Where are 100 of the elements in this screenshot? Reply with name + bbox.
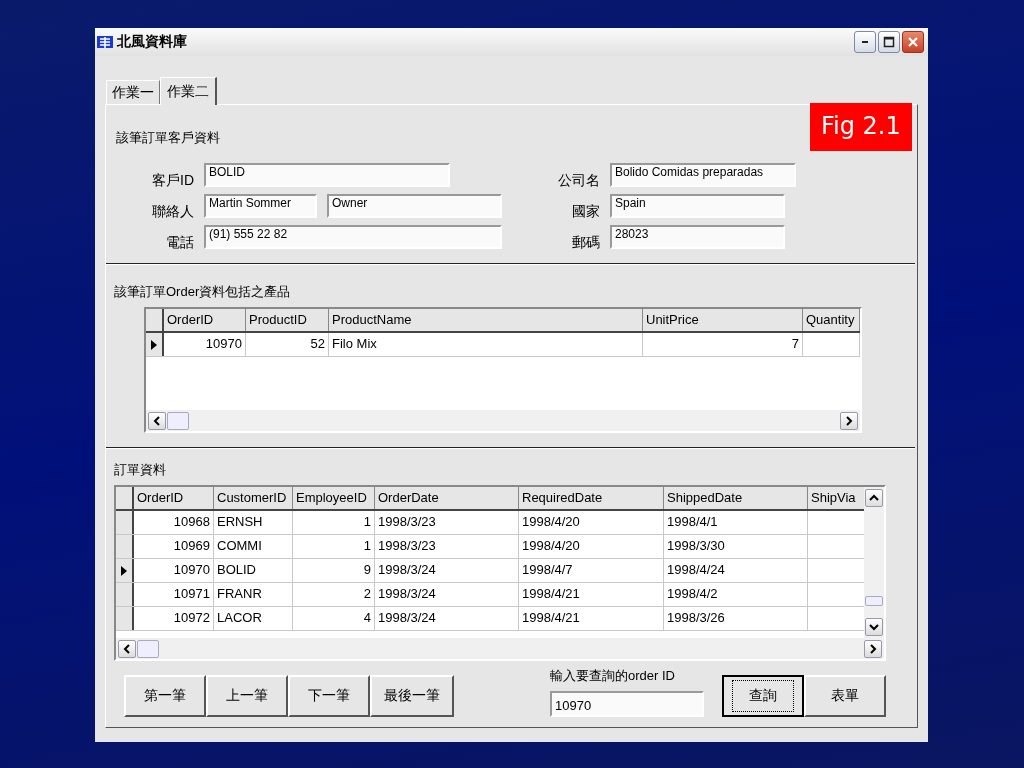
action-button[interactable]: 表單 [804,675,886,717]
table-cell: 4 [293,607,375,630]
chevron-left-icon [123,643,131,654]
minimize-button[interactable] [854,31,876,53]
row-pointer-icon [150,338,158,351]
table-cell: 1998/4/21 [519,583,664,606]
minimize-icon [862,41,868,43]
column-header[interactable]: CustomerID [214,487,293,509]
scrollbar-thumb[interactable] [137,639,159,658]
table-cell: 1998/3/24 [375,583,519,606]
close-button[interactable] [902,31,924,53]
field-label: 國家 [571,203,600,219]
table-cell: 2 [293,583,375,606]
table-cell: 1998/3/26 [664,607,808,630]
column-header[interactable]: ProductID [246,309,329,331]
table-cell: FRANR [214,583,293,606]
field-label: 客戶ID [151,172,194,188]
chevron-left-icon [153,415,161,426]
column-header[interactable]: RequiredDate [519,487,664,509]
text-field[interactable]: Martin Sommer [204,194,317,218]
column-header[interactable]: OrderID [134,487,214,509]
table-cell: 1998/4/20 [519,511,664,534]
field-label: 郵碼 [571,234,600,250]
column-header[interactable]: ProductName [329,309,643,331]
chevron-right-icon [845,415,853,426]
table-cell: LACOR [214,607,293,630]
chevron-down-icon [869,623,879,631]
table-cell: 1998/4/24 [664,559,808,582]
scroll-right-button[interactable] [864,639,882,658]
nav-button[interactable]: 第一筆 [124,675,206,717]
table-cell: COMMI [214,535,293,558]
scroll-right-button[interactable] [840,411,858,430]
column-header[interactable]: UnitPrice [643,309,803,331]
field-label: 聯絡人 [151,203,194,219]
table-cell: 10970 [134,559,214,582]
table-cell: 1 [293,511,375,534]
section-heading: 該筆訂單Order資料包括之產品 [114,283,292,301]
column-header[interactable]: ShippedDate [664,487,808,509]
table-cell: 52 [246,333,329,356]
order-id-field[interactable]: 10970 [550,691,704,717]
text-field[interactable]: 28023 [610,225,785,249]
text-field[interactable]: Spain [610,194,785,218]
table-cell: 10971 [134,583,214,606]
table-cell: 1998/4/7 [519,559,664,582]
section-heading: 訂單資料 [114,461,167,479]
table-cell: 7 [643,333,803,356]
table-cell: 1998/3/23 [375,511,519,534]
column-header[interactable]: OrderID [164,309,246,331]
chevron-up-icon [869,494,879,502]
maximize-button[interactable] [878,31,900,53]
vertical-scrollbar[interactable] [864,487,884,638]
nav-button[interactable]: 下一筆 [288,675,370,717]
app-icon [97,35,113,49]
column-header[interactable]: EmployeeID [293,487,375,509]
scroll-up-button[interactable] [865,489,883,507]
table-cell: 10972 [134,607,214,630]
table-cell: 1 [293,535,375,558]
close-icon [907,36,919,48]
row-selector[interactable] [116,559,134,582]
row-selector[interactable] [116,607,134,630]
table-cell: ERNSH [214,511,293,534]
table-cell: 10968 [134,511,214,534]
table-cell: 10970 [164,333,246,356]
maximize-icon [883,36,895,48]
table-cell: 1998/4/1 [664,511,808,534]
field-label: 電話 [165,234,194,250]
tab[interactable]: 作業一 [106,80,160,104]
column-header[interactable]: OrderDate [375,487,519,509]
text-field[interactable]: (91) 555 22 82 [204,225,502,249]
table-cell: 1998/3/23 [375,535,519,558]
row-selector[interactable] [116,583,134,606]
table-cell: 9 [293,559,375,582]
table-cell: BOLID [214,559,293,582]
table-cell: 10969 [134,535,214,558]
scroll-left-button[interactable] [148,411,166,430]
scroll-down-button[interactable] [865,618,883,636]
text-field[interactable]: BOLID [204,163,450,187]
row-selector[interactable] [146,333,164,356]
field-label: 公司名 [557,172,600,188]
scrollbar-thumb[interactable] [167,411,189,430]
table-cell: 1998/3/30 [664,535,808,558]
section-heading: 該筆訂單客戶資料 [116,129,221,147]
row-selector[interactable] [116,511,134,534]
nav-button[interactable]: 上一筆 [206,675,288,717]
scroll-left-button[interactable] [118,639,136,658]
action-button[interactable]: 查詢 [722,675,804,717]
text-field[interactable]: Bolido Comidas preparadas [610,163,796,187]
table-cell: Filo Mix [329,333,643,356]
table-cell: 1998/3/24 [375,607,519,630]
chevron-right-icon [869,643,877,654]
scrollbar-thumb[interactable] [865,596,883,606]
row-selector[interactable] [116,535,134,558]
table-cell: 1998/4/2 [664,583,808,606]
figure-label: Fig 2.1 [810,103,912,151]
tab[interactable]: 作業二 [160,77,217,105]
column-header[interactable]: Quantity [803,309,860,331]
table-cell: 1998/3/24 [375,559,519,582]
window-title: 北風資料庫 [117,33,187,51]
text-field[interactable]: Owner [327,194,502,218]
nav-button[interactable]: 最後一筆 [370,675,454,717]
